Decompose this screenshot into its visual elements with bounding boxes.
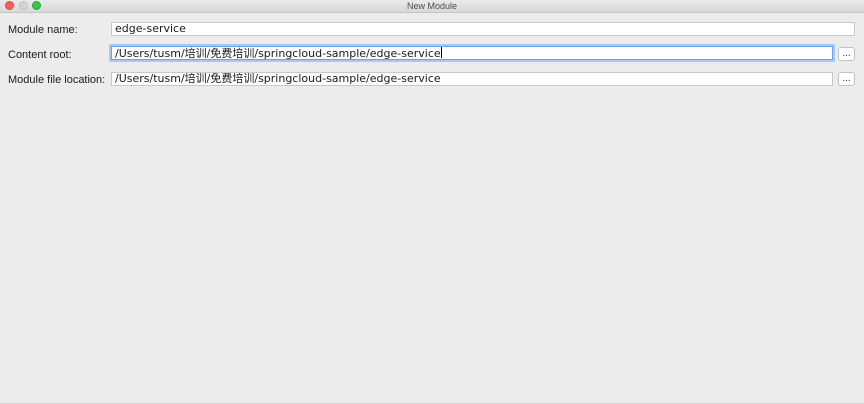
module-file-location-label: Module file location: — [8, 74, 106, 86]
module-file-location-browse-button[interactable]: ... — [838, 72, 855, 86]
content-root-browse-button[interactable]: ... — [838, 47, 855, 61]
module-name-label: Module name: — [8, 24, 78, 36]
module-name-value: edge-service — [115, 22, 186, 35]
module-file-location-input[interactable]: /Users/tusm/培训/免费培训/springcloud-sample/e… — [111, 72, 833, 86]
content-root-input[interactable]: /Users/tusm/培训/免费培训/springcloud-sample/e… — [111, 46, 833, 60]
window-title: New Module — [406, 1, 458, 11]
text-caret — [440, 47, 442, 58]
content-root-value: /Users/tusm/培训/免费培训/springcloud-sample/e… — [115, 47, 441, 60]
module-file-location-value: /Users/tusm/培训/免费培训/springcloud-sample/e… — [115, 72, 441, 85]
title-bar: New Module — [0, 0, 864, 13]
module-name-input[interactable]: edge-service — [111, 22, 855, 36]
content-root-label: Content root: — [8, 49, 72, 61]
new-module-window: New Module Module name: edge-service Con… — [0, 0, 864, 404]
